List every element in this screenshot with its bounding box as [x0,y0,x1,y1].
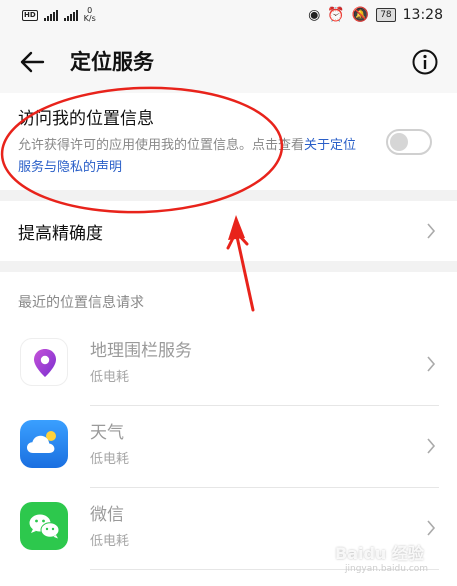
accuracy-row[interactable]: 提高精确度 [0,201,457,261]
recent-requests-card: 最近的位置信息请求 地理围栏服务 低电耗 天气 低电耗 微信 低电耗 [0,272,457,586]
signal-icon [43,9,58,21]
toggle-knob [390,133,408,151]
watermark-url: jingyan.baidu.com [345,564,429,574]
chevron-right-icon [427,356,436,372]
clock: 13:28 [402,7,443,23]
app-name: 微信 [90,505,124,525]
section-title: 最近的位置信息请求 [18,295,144,311]
location-pin-icon [20,338,68,386]
mute-bell-icon: 🔕 [351,7,370,23]
back-arrow-icon[interactable] [18,48,46,76]
eye-icon: ◉ [308,7,321,23]
app-name: 地理围栏服务 [90,341,192,361]
page-title: 定位服务 [70,50,154,74]
status-left: HD 0 K/s [22,7,96,23]
wechat-icon [20,502,68,550]
chevron-right-icon [427,223,436,239]
info-icon[interactable] [411,48,439,76]
app-header: 定位服务 [0,30,457,93]
location-access-title: 访问我的位置信息 [18,109,154,129]
location-access-card: 访问我的位置信息 允许获得许可的应用使用我的位置信息。点击查看关于定位服务与隐私… [0,93,457,190]
network-speed: 0 K/s [84,7,96,23]
accuracy-label: 提高精确度 [18,224,103,244]
chevron-right-icon [427,438,436,454]
app-power-usage: 低电耗 [90,370,130,385]
watermark-logo: Baidu 经验 [335,544,424,563]
status-bar: HD 0 K/s ◉ ⏰ 🔕 78 13:28 [0,0,457,30]
list-item[interactable]: 地理围栏服务 低电耗 [0,324,457,406]
app-power-usage: 低电耗 [90,452,130,467]
list-item[interactable]: 天气 低电耗 [0,406,457,488]
weather-icon [20,420,68,468]
status-right: ◉ ⏰ 🔕 78 13:28 [308,7,443,23]
speed-unit: K/s [83,14,96,23]
signal-icon [63,9,78,21]
app-power-usage: 低电耗 [90,534,130,549]
alarm-icon: ⏰ [327,7,345,23]
description-text: 允许获得许可的应用使用我的位置信息。点击查看 [18,138,305,153]
battery-indicator: 78 [376,8,396,22]
location-access-description: 允许获得许可的应用使用我的位置信息。点击查看关于定位服务与隐私的声明 [18,135,363,179]
hd-badge: HD [22,9,38,21]
app-name: 天气 [90,423,124,443]
location-access-toggle[interactable] [386,129,432,155]
chevron-right-icon [427,520,436,536]
